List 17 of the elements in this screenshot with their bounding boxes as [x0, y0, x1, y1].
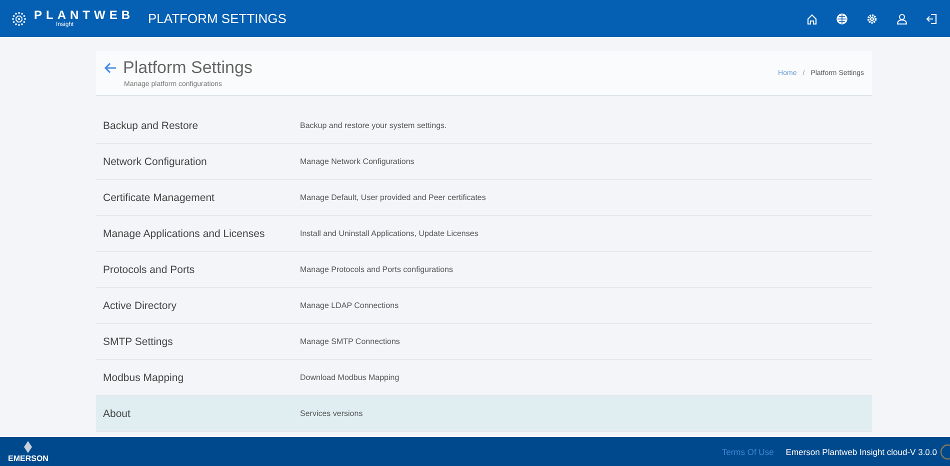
- settings-row[interactable]: Active Directory Manage LDAP Connections: [96, 288, 872, 324]
- settings-row[interactable]: Manage Applications and Licenses Install and Uninstall Applications, Update Licenses: [96, 216, 872, 252]
- settings-row[interactable]: About Services versions: [96, 396, 872, 432]
- app-title: PLATFORM SETTINGS: [148, 11, 286, 26]
- logo-icon: [10, 10, 28, 28]
- page-title: Platform Settings: [123, 58, 252, 78]
- back-arrow-icon[interactable]: [104, 62, 117, 74]
- globe-icon[interactable]: [834, 10, 850, 26]
- version-text: Emerson Plantweb Insight cloud-V 3.0.0: [786, 446, 937, 456]
- brand-name: PLANTWEB: [34, 9, 134, 21]
- settings-row[interactable]: Backup and Restore Backup and restore your system settings.: [96, 108, 872, 144]
- settings-row[interactable]: Network Configuration Manage Network Configurations: [96, 144, 872, 180]
- settings-row[interactable]: Protocols and Ports Manage Protocols and Ports configurations: [96, 252, 872, 288]
- emerson-logo-icon: [24, 440, 32, 452]
- settings-row[interactable]: Certificate Management Manage Default, User provided and Peer certificates: [96, 180, 872, 216]
- footer-logo: EMERSON: [8, 454, 48, 462]
- settings-row[interactable]: SMTP Settings Manage SMTP Connections: [96, 324, 872, 360]
